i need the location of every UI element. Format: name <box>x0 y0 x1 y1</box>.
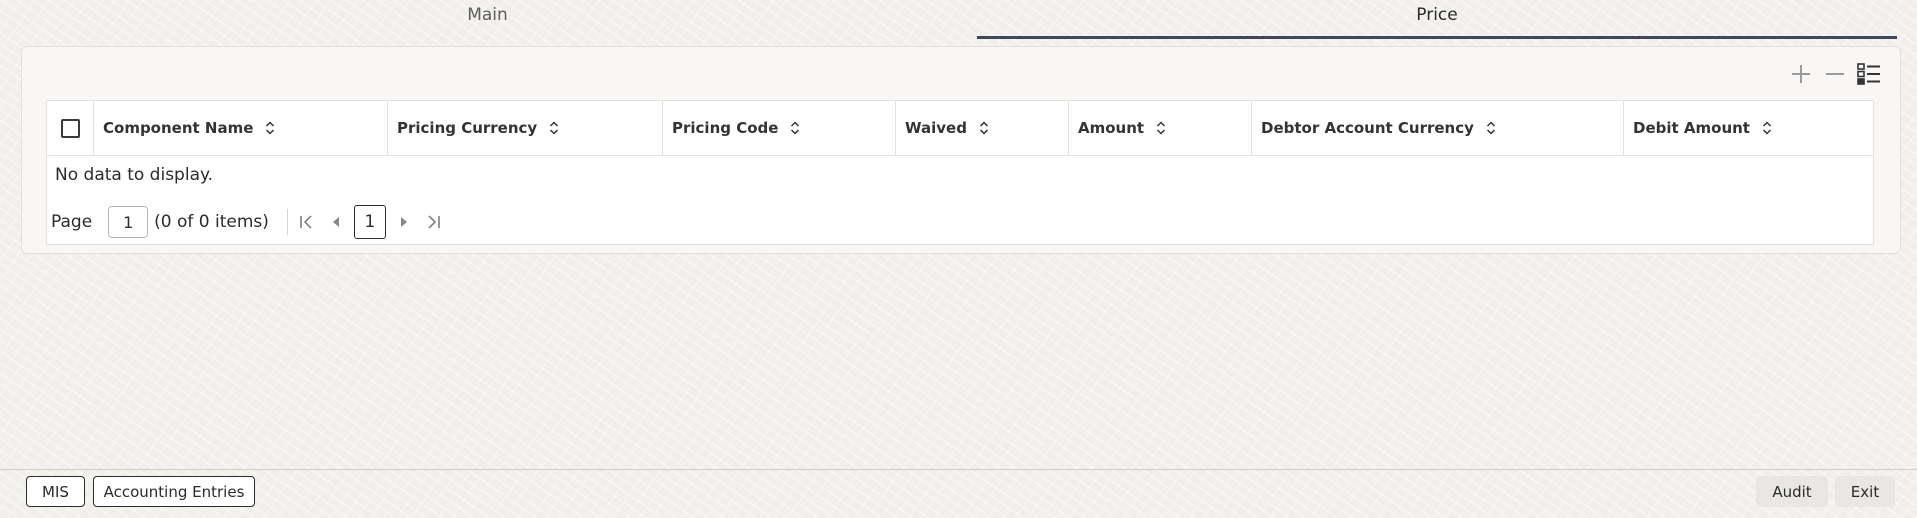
tab-price[interactable]: Price <box>977 0 1897 39</box>
tab-bar: Main Price <box>0 0 1917 39</box>
column-label: Amount <box>1078 119 1145 137</box>
list-settings-icon[interactable] <box>1856 61 1882 87</box>
column-header-waived[interactable]: Waived <box>896 101 1069 155</box>
column-label: Component Name <box>103 119 254 137</box>
sort-icon[interactable] <box>549 121 559 135</box>
column-label: Pricing Currency <box>397 119 538 137</box>
sort-icon[interactable] <box>1486 121 1496 135</box>
select-all-cell <box>47 101 94 155</box>
audit-button[interactable]: Audit <box>1756 476 1828 507</box>
sort-icon[interactable] <box>979 121 989 135</box>
sort-icon[interactable] <box>265 121 275 135</box>
items-info: (0 of 0 items) <box>154 212 269 232</box>
column-label: Debit Amount <box>1633 119 1750 137</box>
column-header-pricing-currency[interactable]: Pricing Currency <box>388 101 663 155</box>
table-header: Component Name Pricing Currency Pricing … <box>47 101 1873 156</box>
pager-divider <box>286 209 288 235</box>
accounting-entries-button[interactable]: Accounting Entries <box>93 476 255 507</box>
plus-icon[interactable] <box>1788 61 1814 87</box>
pagination: Page (0 of 0 items) 1 <box>51 205 446 239</box>
price-panel: Component Name Pricing Currency Pricing … <box>21 46 1901 254</box>
minus-icon[interactable] <box>1822 61 1848 87</box>
footer-bar: MIS Accounting Entries Audit Exit <box>0 469 1917 518</box>
column-header-amount[interactable]: Amount <box>1069 101 1252 155</box>
select-all-checkbox[interactable] <box>61 118 80 138</box>
column-header-pricing-code[interactable]: Pricing Code <box>663 101 896 155</box>
tab-main[interactable]: Main <box>0 0 975 36</box>
previous-page-icon[interactable] <box>324 210 348 234</box>
mis-button[interactable]: MIS <box>26 476 85 507</box>
page-label: Page <box>51 212 93 232</box>
column-label: Debtor Account Currency <box>1261 119 1474 137</box>
column-header-debtor-account-currency[interactable]: Debtor Account Currency <box>1252 101 1624 155</box>
first-page-icon[interactable] <box>294 210 318 234</box>
sort-icon[interactable] <box>790 121 800 135</box>
column-header-debit-amount[interactable]: Debit Amount <box>1624 101 1873 155</box>
column-header-component-name[interactable]: Component Name <box>94 101 388 155</box>
column-label: Waived <box>905 119 967 137</box>
last-page-icon[interactable] <box>422 210 446 234</box>
empty-message: No data to display. <box>55 165 214 185</box>
current-page-indicator: 1 <box>353 205 386 239</box>
grid-toolbar <box>1788 61 1882 87</box>
sort-icon[interactable] <box>1156 121 1166 135</box>
exit-button[interactable]: Exit <box>1835 476 1895 507</box>
sort-icon[interactable] <box>1762 121 1772 135</box>
column-label: Pricing Code <box>672 119 779 137</box>
page-input[interactable] <box>108 206 149 238</box>
pricing-table: Component Name Pricing Currency Pricing … <box>46 100 1874 245</box>
next-page-icon[interactable] <box>392 210 416 234</box>
